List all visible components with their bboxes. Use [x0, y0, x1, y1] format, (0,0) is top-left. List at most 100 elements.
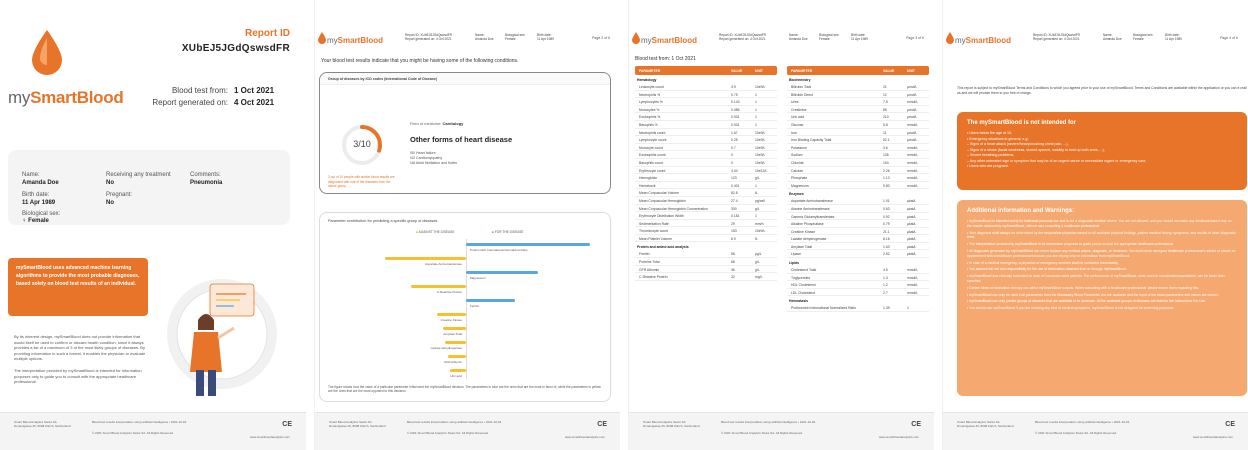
table-section: Hemostasis: [789, 298, 809, 303]
table-row: Monocytes % 0.085 1: [635, 106, 777, 114]
table-section: Protein and amino acid analysis: [637, 244, 689, 249]
probability-text: 3/10: [353, 139, 371, 149]
warning-item: • mySmartBlood is intended solely for in…: [967, 219, 1232, 228]
lab-values-page: mySmartBlood Report ID: XUbEJ5JGdQswsdFR…: [628, 0, 934, 450]
table-row: Phosphate 1.13 mmol/L: [787, 174, 929, 182]
design-paragraph: By its inherent design, mySmartBlood doe…: [14, 334, 146, 361]
page-number: Page 4 of 6: [1220, 36, 1238, 40]
table-row: Amylase Total 1.63 µkat/L: [787, 243, 929, 251]
table-section: Biochemistry: [789, 77, 811, 82]
contribution-bar: [466, 299, 516, 302]
footer-company: Smart Blood Analytics Swiss SA Dunantgas…: [14, 420, 71, 428]
icd-codes: I50 Heart failure I42 Cardiomyopathy I48 A…: [410, 151, 457, 166]
header-sex: Biological sex: Female: [1133, 33, 1154, 41]
table-row: Magnesium 0.83 mmol/L: [787, 182, 929, 190]
table-row: Lymphocytes % 0.143 1: [635, 98, 777, 106]
blood-drop-small-icon: [632, 32, 640, 44]
table-row: Hemoglobin 123 g/L: [635, 174, 777, 182]
icd-code-item: I48 Atrial fibrillation and flutter: [410, 161, 458, 165]
table-row: Sodium 135 mmol/L: [787, 151, 929, 159]
table-row: Uric acid 210 µmol/L: [787, 113, 929, 121]
chart-caption: The figure shows how the value of a part…: [328, 385, 601, 394]
table-row: Erythrocyte Distribution Width 0.181 1: [635, 212, 777, 220]
interpretation-paragraph: The interpretation provided by mySmartBl…: [14, 368, 142, 384]
table-row: Proteins Total 68 g/L: [635, 258, 777, 266]
lab-table-left: PARAMETER VALUE UNIT Hematology Leukocyte co…: [635, 66, 777, 281]
param-card-title: Parameter contribution for predicting a …: [328, 219, 438, 223]
parameter-contribution-card: Parameter contribution for predicting a …: [319, 212, 611, 402]
table-row: Potassium 3.6 mmol/L: [787, 144, 929, 152]
table-row: Gamma Glutamyltransferase 0.92 µkat/L: [787, 213, 929, 221]
report-generated-label: Report generated on:: [152, 98, 228, 107]
axis-zero-line: [466, 239, 467, 379]
page-footer: Smart Blood Analytics Swiss SA Dunantgas…: [629, 412, 934, 450]
contribution-bar: [466, 271, 538, 274]
warning-item: • You should use mySmartBlood if you are…: [967, 306, 1175, 311]
warning-item: • mySmartBlood was clinically evaluated …: [967, 274, 1225, 283]
contribution-bar: [445, 341, 466, 344]
cover-page: mySmartBlood Report ID XUbEJ5JGdQswsdFR …: [0, 0, 306, 450]
header-sex: Biological sex: Female: [505, 33, 526, 41]
promo-box: mySmartBlood uses advanced machine learn…: [8, 258, 148, 316]
warning-item: • You assume full risk and responsibilit…: [967, 267, 1127, 272]
table-row: Leukocyte count 3.9 10e9/L: [635, 83, 777, 91]
header-name: Name: Amanda Doe: [1103, 33, 1122, 41]
blood-test-from: 1 Oct 2021: [234, 86, 275, 95]
contribution-bar-label: Ferritin: [470, 304, 480, 308]
comments-label: Comments:: [190, 172, 221, 178]
table-row: C-Reactive Protein 32 mg/L: [635, 273, 777, 281]
receiving-treatment-label: Receiving any treatment: [106, 172, 171, 178]
table-row: Sedimentation Rate 29 mm/h: [635, 220, 777, 228]
contribution-bar-label: GFR Albumin: [444, 360, 462, 364]
ce-mark: CE: [1225, 421, 1235, 428]
field-of-medicine: Field of medicine: Cardiology: [410, 121, 464, 126]
table-header: PARAMETER VALUE UNIT: [787, 66, 929, 75]
header-brand: mySmartBlood: [641, 36, 698, 45]
header-report-meta: Report ID: XUbEJ5JGdQswsdFR Report genera…: [405, 33, 452, 41]
table-row: Creatine Kinase 21.1 µkat/L: [787, 228, 929, 236]
header-report-meta: Report ID: XUbEJ5JGdQswsdFR Report genera…: [719, 33, 766, 41]
birth-date-label: Birth date:: [22, 192, 50, 198]
table-row: Mean Corpuscular Hemoglobin Concentratio…: [635, 205, 777, 213]
header-birth: Birth date: 11 Apr 1989: [1165, 33, 1182, 41]
legend-against: ■ AGAINST THE DISEASE: [416, 230, 455, 234]
table-row: Creatinine 85 µmol/L: [787, 106, 929, 114]
contribution-bar-label: Uric acid: [450, 374, 462, 378]
page-number: Page 3 of 6: [906, 36, 924, 40]
contribution-bar: [411, 285, 466, 288]
results-page: mySmartBlood Report ID: XUbEJ5JGdQswsdFR…: [314, 0, 620, 450]
table-row: Glucose 5.8 mmol/L: [787, 121, 929, 129]
terms-intro: This report is subject to mySmartBlood T…: [957, 86, 1247, 95]
contribution-bar-label: Magnesium: [470, 276, 486, 280]
table-row: Triglycerides 1.3 mmol/L: [787, 274, 929, 282]
table-row: Mean Corpuscular Volume 82.8 fL: [635, 189, 777, 197]
legend-for: ■ FOR THE DISEASE: [492, 230, 524, 234]
table-row: Lipase 2.52 µkat/L: [787, 250, 929, 259]
pregnant-label: Pregnant:: [106, 192, 133, 198]
header-report-meta: Report ID: XUbEJ5JGdQswsdFR Report genera…: [1033, 33, 1080, 41]
contribution-bar-label: Amylase Total: [443, 332, 462, 336]
header-birth: Birth date: 11 Apr 1989: [851, 33, 868, 41]
blood-drop-small-icon: [946, 32, 954, 44]
report-generated: 4 Oct 2021: [234, 98, 275, 107]
patient-name: Amanda Doe: [22, 180, 59, 186]
blood-test-from-label: Blood test from:: [171, 86, 228, 95]
contribution-bar: [466, 243, 590, 246]
contribution-bar-label: Creatine Kinase: [440, 318, 462, 322]
header-name: Name: Amanda Doe: [789, 33, 808, 41]
warning-item: • Your diagnosis shall always be determi…: [967, 230, 1236, 240]
page-number: Page 2 of 6: [592, 36, 610, 40]
contribution-bar-label: Aspartate Aminotransferase: [424, 262, 462, 266]
disease-name: Other forms of heart disease: [410, 135, 513, 144]
table-row: Aspartate Aminotransferase 1.01 µkat/L: [787, 197, 929, 205]
report-id-label: Report ID: [245, 28, 290, 39]
contribution-bar-label: Lactate dehydrogenase: [430, 346, 462, 350]
contribution-bar: [437, 313, 466, 316]
lab-table-right: PARAMETER VALUE UNIT Biochemistry Bilirubin …: [787, 66, 929, 313]
table-row: Iron 11 µmol/L: [787, 129, 929, 137]
warning-item: • Certain kinds of medication therapy ca…: [967, 285, 1199, 290]
notice-list: • Users below the age of 18, • Emergency …: [967, 131, 1237, 170]
contribution-bar-label: Prothrombin International Normalized Rat…: [470, 248, 528, 252]
table-row: Lactate dehydrogenase 8.16 µkat/L: [787, 235, 929, 243]
female-icon: ♀: [22, 218, 27, 224]
